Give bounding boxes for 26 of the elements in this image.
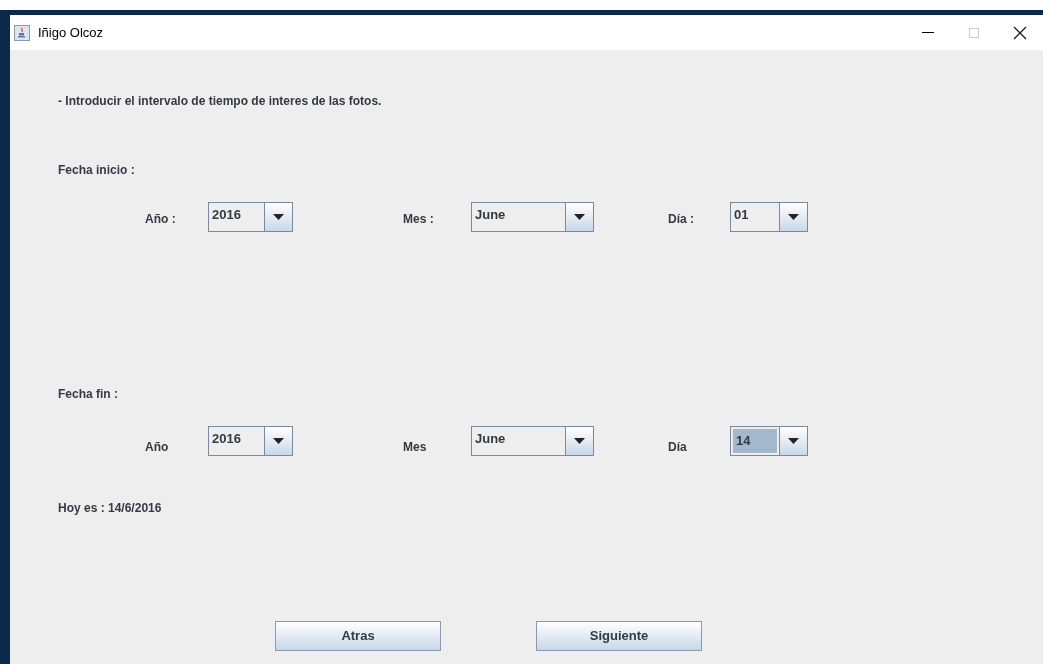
- dropdown[interactable]: 01: [730, 202, 808, 232]
- field-label: Año: [145, 439, 169, 455]
- today-text: Hoy es : 14/6/2016: [58, 500, 162, 517]
- section-heading: Fecha fin :: [58, 386, 118, 403]
- nav-button[interactable]: Siguiente: [536, 621, 702, 651]
- field-label: Año :: [145, 211, 176, 227]
- caret-icon: [273, 214, 284, 220]
- caret-icon: [788, 438, 799, 444]
- caret-icon: [273, 438, 284, 444]
- dropdown[interactable]: 14: [730, 426, 808, 456]
- field-label: Mes: [403, 439, 427, 455]
- caret-icon: [788, 214, 799, 220]
- field-label: Día :: [668, 211, 694, 227]
- caret-icon: [574, 438, 585, 444]
- dropdown[interactable]: June: [471, 426, 594, 456]
- caret-icon: [574, 214, 585, 220]
- dropdown[interactable]: June: [471, 202, 594, 232]
- dropdown[interactable]: 2016: [208, 426, 293, 456]
- window-title: Iñigo Olcoz: [38, 23, 104, 42]
- nav-button[interactable]: Atras: [275, 621, 441, 651]
- dropdown[interactable]: 2016: [208, 202, 293, 232]
- section-heading: Fecha inicio :: [58, 162, 135, 179]
- field-label: Mes :: [403, 211, 434, 227]
- field-label: Día: [668, 439, 687, 455]
- instruction-text: - Introducir el intervalo de tiempo de interes de las fotos.: [58, 93, 383, 110]
- close-icon: [1013, 25, 1027, 40]
